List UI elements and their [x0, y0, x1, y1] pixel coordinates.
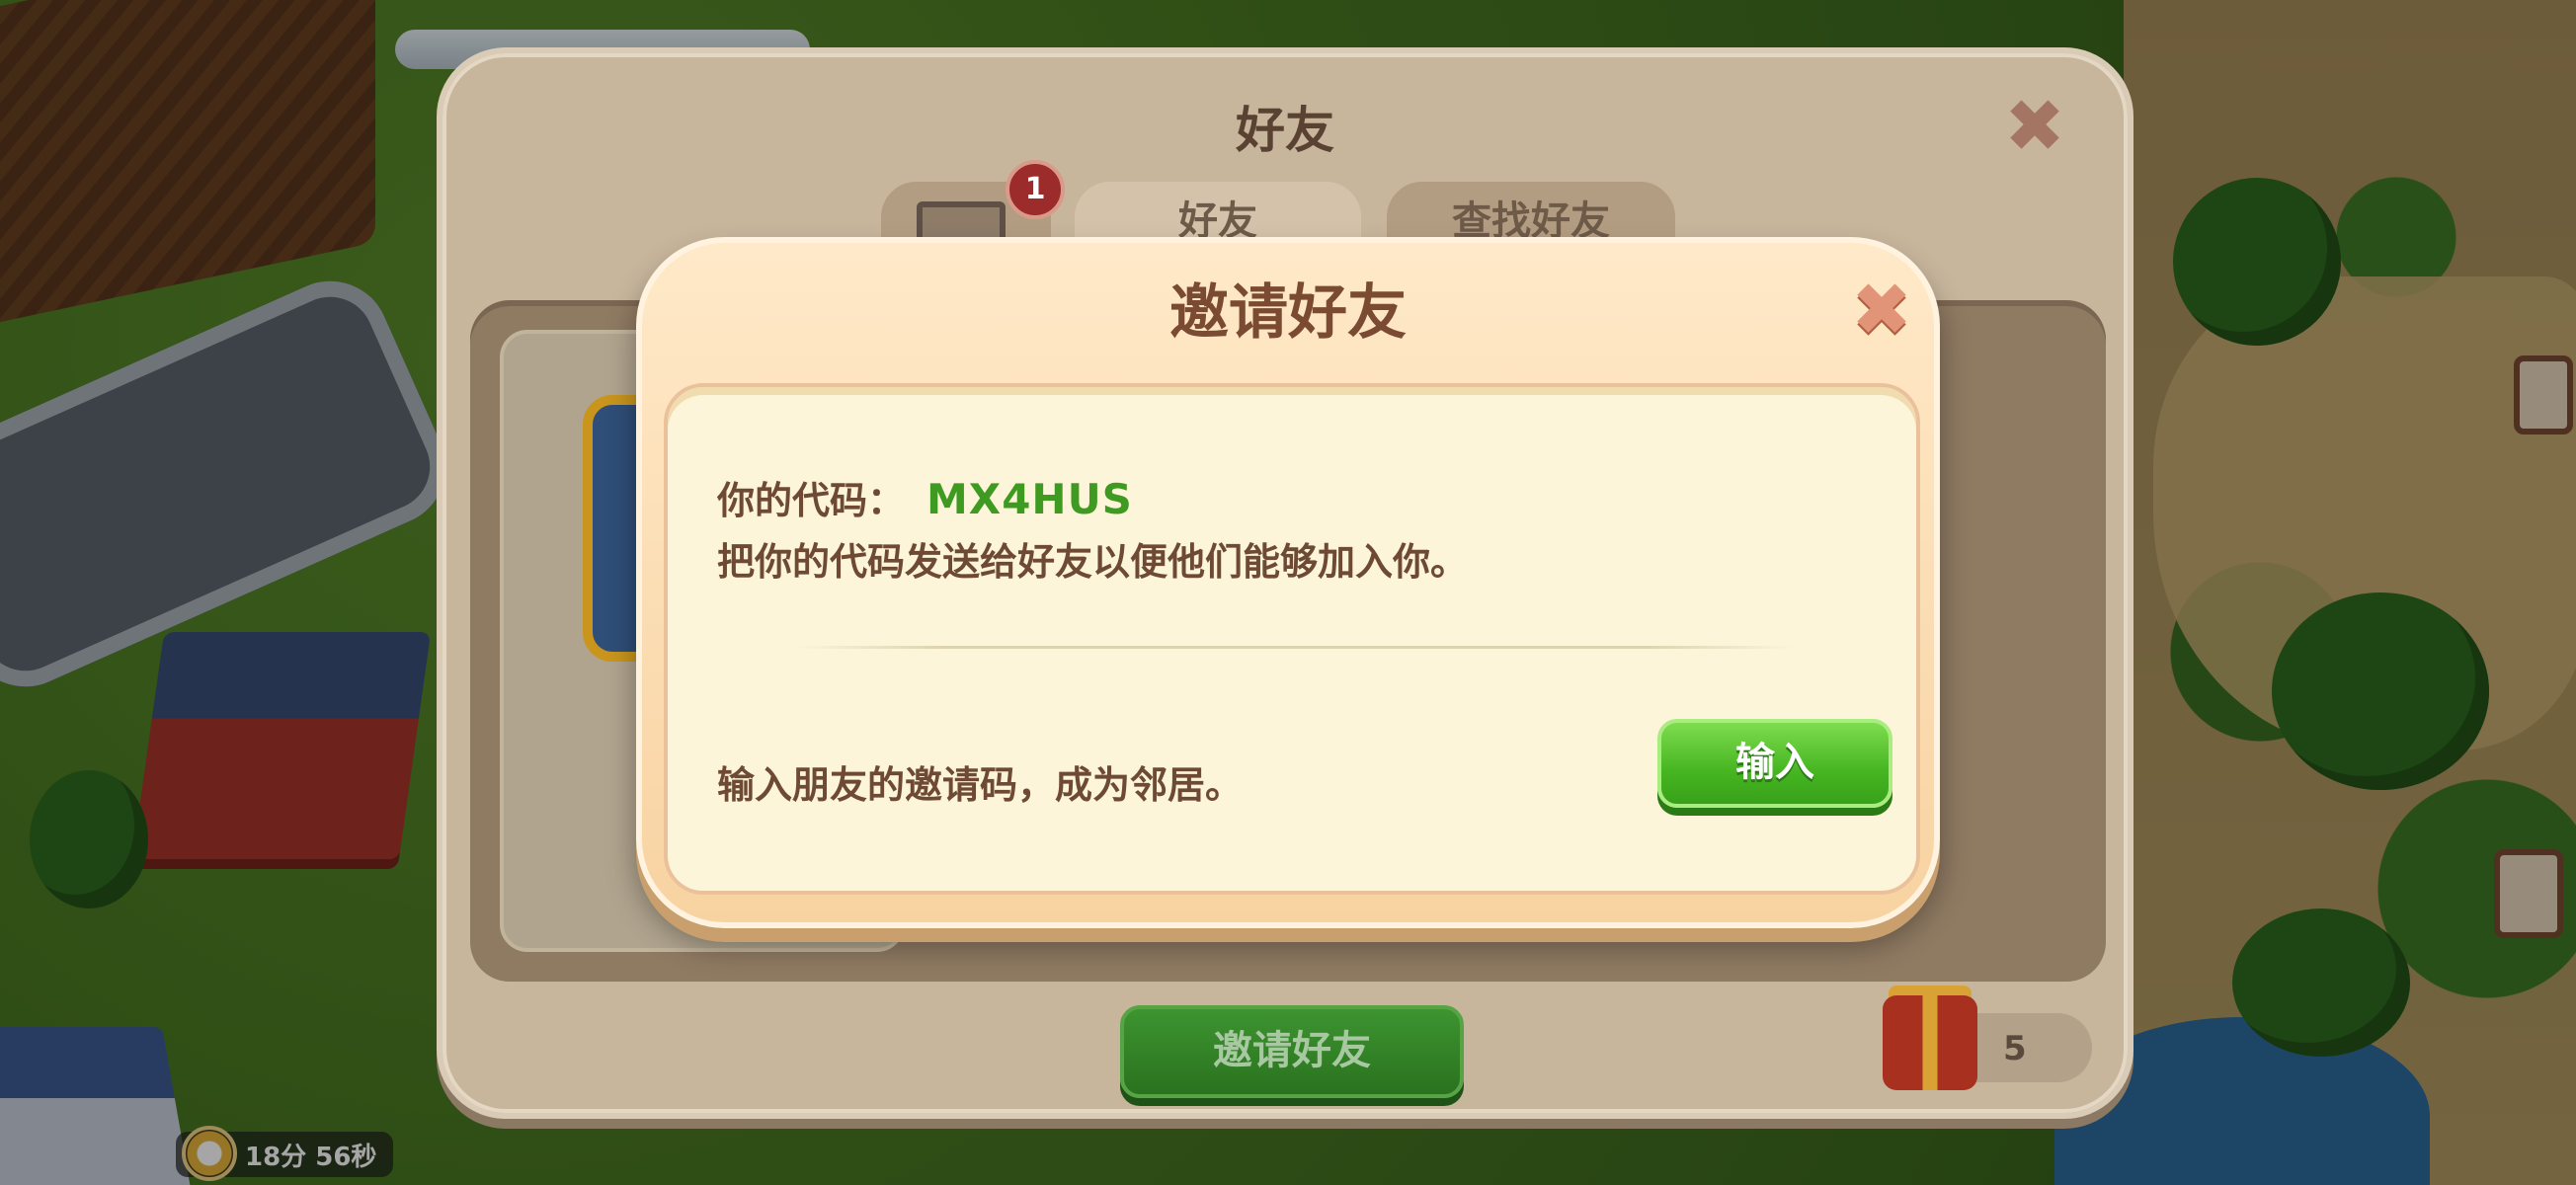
enter-code-button[interactable]: 输入 — [1657, 719, 1892, 808]
enter-code-prompt: 输入朋友的邀请码，成为邻居。 — [717, 763, 1244, 807]
close-icon[interactable]: ✖ — [2003, 90, 2066, 163]
invite-code-value: MX4HUS — [926, 475, 1133, 523]
invite-friends-dialog: 邀请好友 ✖ 你的代码： MX4HUS 把你的代码发送给好友以便他们能够加入你。… — [636, 237, 1940, 928]
invite-friends-button[interactable]: 邀请好友 — [1120, 1005, 1464, 1098]
notification-badge: 1 — [1006, 160, 1065, 219]
dialog-title: 邀请好友 — [1169, 278, 1407, 348]
code-row: 你的代码： MX4HUS — [717, 470, 1133, 524]
code-label: 你的代码： — [717, 479, 906, 522]
close-icon[interactable]: ✖ — [1851, 274, 1912, 347]
dialog-body: 你的代码： MX4HUS 把你的代码发送给好友以便他们能够加入你。 输入朋友的邀… — [664, 383, 1920, 895]
gift-box-icon[interactable] — [1883, 995, 1977, 1090]
gift-count: 5 — [2003, 1029, 2027, 1068]
share-instruction-text: 把你的代码发送给好友以便他们能够加入你。 — [717, 540, 1469, 584]
divider — [796, 646, 1794, 649]
friends-panel-title: 好友 — [1236, 102, 1334, 159]
